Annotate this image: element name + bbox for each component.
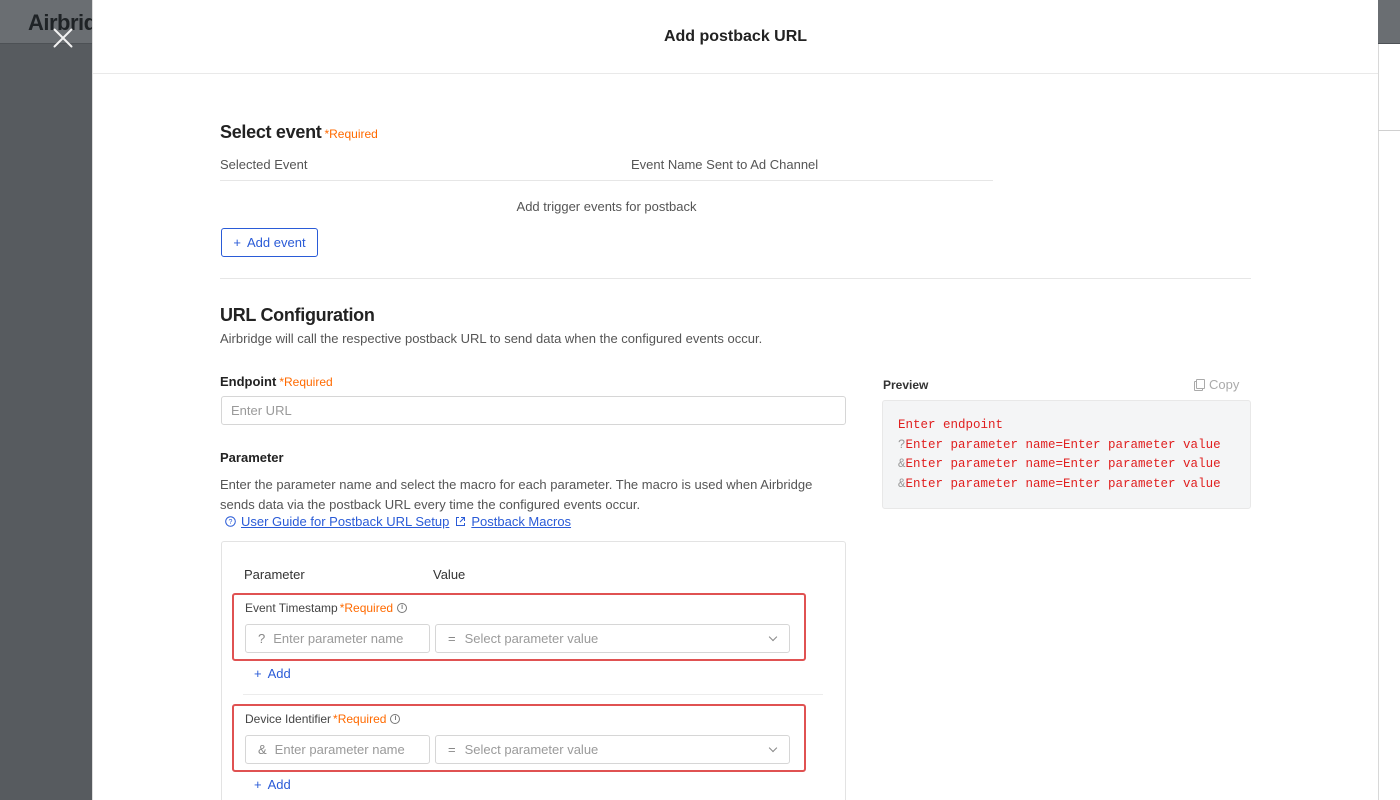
parameter-name-input[interactable]: ? Enter parameter name (245, 624, 430, 653)
parameter-value-placeholder: Select parameter value (464, 631, 599, 646)
required-label: *Required (279, 375, 333, 389)
add-label: Add (267, 666, 291, 681)
plus-icon: + (254, 777, 262, 792)
parameter-table: Parameter Value Event Timestamp *Required… (221, 541, 846, 800)
section-divider (220, 278, 1251, 279)
background-right-panel (1378, 44, 1400, 800)
preview-text: Enter parameter name=Enter parameter val… (905, 476, 1221, 491)
add-parameter-button[interactable]: + Add (254, 777, 291, 792)
preview-text: Enter endpoint (898, 418, 1004, 432)
parameter-row-title: Device Identifier *Required i (245, 712, 401, 726)
parameter-description: Enter the parameter name and select the … (220, 477, 813, 512)
endpoint-input[interactable] (221, 396, 846, 425)
row-divider (243, 694, 823, 695)
event-table-header: Selected Event Event Name Sent to Ad Cha… (220, 156, 993, 181)
section-title: Select event (220, 122, 322, 142)
preview-label: Preview (883, 378, 929, 392)
value-column-header: Value (433, 567, 466, 582)
parameter-value-select[interactable]: = Select parameter value (435, 624, 790, 653)
parameter-name-placeholder: Enter parameter name (274, 742, 405, 757)
copy-button[interactable]: Copy (1194, 377, 1239, 392)
plus-icon: + (254, 666, 262, 681)
parameter-row-device-identifier: Device Identifier *Required i & Enter para… (232, 704, 806, 772)
select-event-heading: Select event *Required (220, 122, 378, 143)
event-empty-state: Add trigger events for postback (516, 199, 697, 214)
user-guide-link[interactable]: User Guide for Postback URL Setup (241, 514, 449, 529)
copy-icon (1194, 379, 1205, 391)
preview-separator: ? (898, 437, 906, 452)
postback-macros-link[interactable]: Postback Macros (471, 514, 571, 529)
close-icon[interactable] (50, 25, 76, 51)
preview-box: Enter endpoint ?Enter parameter name=Ent… (882, 400, 1251, 509)
parameter-title-text: Device Identifier (245, 712, 332, 726)
info-icon[interactable]: i (397, 603, 408, 613)
add-event-label: Add event (247, 235, 306, 250)
chevron-down-icon (768, 743, 778, 753)
endpoint-label: Endpoint *Required (220, 373, 333, 391)
add-parameter-button[interactable]: + Add (254, 666, 291, 681)
preview-line: ?Enter parameter name=Enter parameter va… (898, 436, 1235, 456)
preview-separator: & (898, 457, 906, 471)
url-config-heading: URL Configuration (220, 305, 375, 326)
required-label: *Required (333, 712, 387, 726)
parameter-name-placeholder: Enter parameter name (273, 631, 404, 646)
preview-line: &Enter parameter name=Enter parameter va… (898, 455, 1235, 475)
parameter-value-placeholder: Select parameter value (464, 742, 599, 757)
preview-text: Enter parameter name=Enter parameter val… (905, 437, 1221, 452)
parameter-row-title: Event Timestamp *Required i (245, 601, 408, 615)
equals-prefix: = (448, 631, 456, 646)
help-circle-icon: ? (225, 516, 236, 527)
parameter-name-input[interactable]: & Enter parameter name (245, 735, 430, 764)
parameter-value-select[interactable]: = Select parameter value (435, 735, 790, 764)
required-label: *Required (324, 127, 378, 141)
parameter-row-event-timestamp: Event Timestamp *Required i ? Enter parame… (232, 593, 806, 661)
section-title: URL Configuration (220, 305, 375, 325)
chevron-down-icon (768, 632, 778, 642)
endpoint-label-text: Endpoint (220, 374, 277, 389)
guide-links: ? User Guide for Postback URL Setup Post… (225, 514, 571, 529)
modal-title: Add postback URL (663, 27, 808, 45)
parameter-title-text: Event Timestamp (245, 601, 338, 615)
plus-icon: + (233, 235, 242, 250)
background-divider (1378, 130, 1400, 131)
preview-line: Enter endpoint (898, 416, 1235, 436)
preview-text: Enter parameter name=Enter parameter val… (905, 457, 1221, 471)
url-config-description: Airbridge will call the respective postb… (220, 331, 763, 346)
add-postback-modal: Add postback URL Select event *Required S… (92, 0, 1378, 800)
column-selected-event: Selected Event (220, 157, 308, 172)
parameter-label: Parameter (220, 450, 284, 465)
ampersand-prefix: & (258, 742, 267, 757)
add-event-button[interactable]: + Add event (221, 228, 318, 257)
column-event-name-sent: Event Name Sent to Ad Channel (631, 157, 819, 172)
info-icon[interactable]: i (390, 714, 401, 724)
equals-prefix: = (448, 742, 456, 757)
external-link-icon (456, 517, 466, 526)
svg-text:?: ? (229, 519, 233, 526)
add-label: Add (267, 777, 291, 792)
query-prefix: ? (258, 631, 266, 646)
preview-separator: & (898, 476, 906, 491)
required-label: *Required (339, 601, 394, 615)
modal-header: Add postback URL (93, 0, 1378, 74)
parameter-column-header: Parameter (244, 567, 305, 582)
copy-label: Copy (1209, 377, 1240, 392)
preview-line: &Enter parameter name=Enter parameter va… (898, 475, 1235, 495)
